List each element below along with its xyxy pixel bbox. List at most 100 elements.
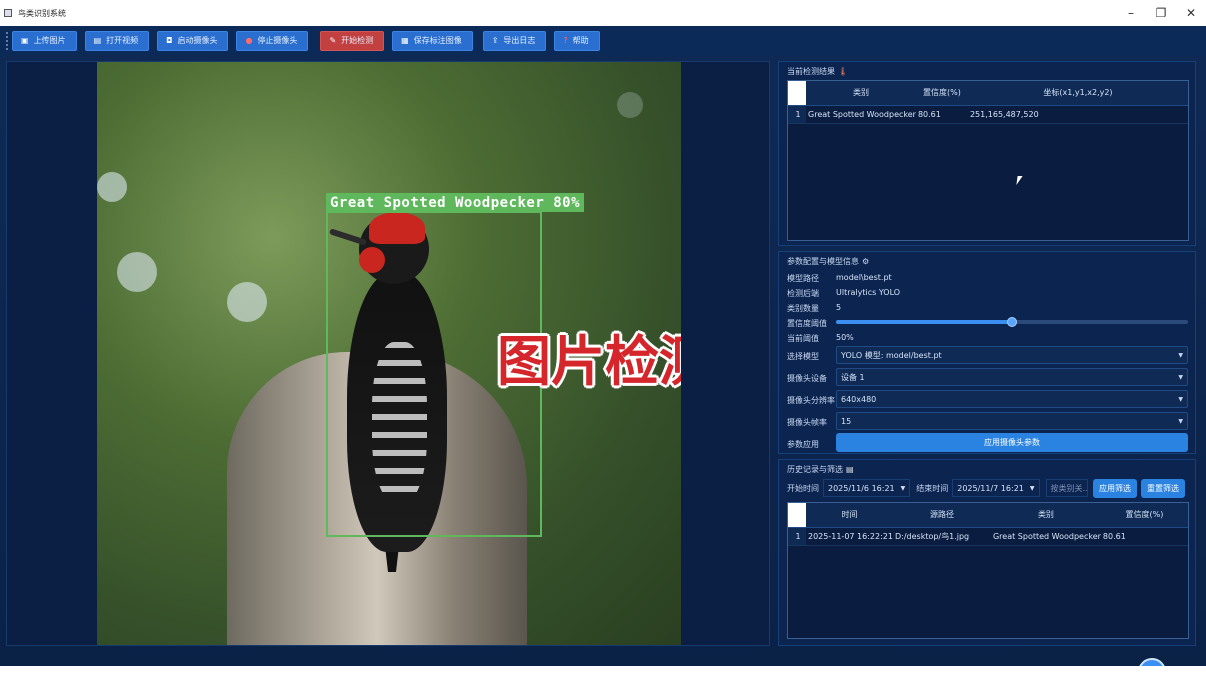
results-heading-text: 当前检测结果: [787, 67, 835, 76]
backend-value: Ultralytics YOLO: [836, 288, 901, 297]
chevron-down-icon: ▼: [1178, 396, 1183, 403]
column-header[interactable]: 类别: [990, 503, 1101, 528]
params-section: 参数配置与模型信息 ⚙ 模型路径 model\best.pt 检测后端 Ultra…: [778, 251, 1196, 454]
window-title: 鸟类识别系统: [18, 8, 66, 18]
open-video-button[interactable]: ▤ 打开视频: [84, 30, 150, 51]
button-label: 帮助: [572, 36, 589, 45]
cell-confidence: 80.61: [915, 105, 968, 124]
cell-path: D:/desktop/鸟1.jpg: [892, 527, 991, 546]
table-row[interactable]: 1 2025-11-07 16:22:21 D:/desktop/鸟1.jpg …: [788, 527, 1188, 546]
table-header-row: 时间 源路径 类别 置信度(%): [788, 503, 1188, 528]
chevron-down-icon: ▼: [1178, 352, 1183, 359]
history-section: 历史记录与筛选 ▤ 开始时间 2025/11/6 16:21 ▼ 结束时间 2025…: [778, 459, 1196, 646]
params-heading: 参数配置与模型信息 ⚙: [787, 256, 869, 267]
image-viewer: Great Spotted Woodpecker 80% 图片检测: [6, 61, 770, 646]
column-header[interactable]: 置信度(%): [1100, 503, 1188, 528]
status-bar: [0, 654, 1206, 666]
toolbar-grip[interactable]: [6, 31, 8, 50]
start-detect-button[interactable]: ✎ 开始检测: [320, 30, 385, 51]
reset-filter-button[interactable]: 重置筛选: [1141, 478, 1185, 498]
model-path-value: model\best.pt: [836, 273, 892, 282]
clipboard-icon: ▤: [846, 465, 854, 474]
start-time-value: 2025/11/6 16:21: [828, 483, 895, 493]
camera-resolution-label: 摄像头分辨率: [787, 396, 835, 405]
apply-filter-button[interactable]: 应用筛选: [1093, 478, 1137, 498]
column-header[interactable]: 坐标(x1,y1,x2,y2): [967, 81, 1188, 106]
apply-camera-params-button[interactable]: 应用摄像头参数: [836, 433, 1188, 452]
help-icon: ?: [563, 36, 568, 45]
chevron-down-icon: ▼: [1178, 418, 1183, 425]
stop-camera-button[interactable]: ● 停止摄像头: [236, 30, 309, 51]
camera-device-select[interactable]: 设备 1 ▼: [836, 368, 1188, 386]
cell-class: Great Spotted Woodpecker: [990, 527, 1101, 546]
button-label: 打开视频: [106, 36, 139, 45]
results-table[interactable]: 类别 置信度(%) 坐标(x1,y1,x2,y2) 1 Great Spotte…: [787, 80, 1189, 241]
class-count-label: 类别数量: [787, 304, 819, 313]
app-main: ▣ 上传图片 ▤ 打开视频 ◘ 启动摄像头 ● 停止摄像头 ✎ 开始检测 ▦ 保存标注图像 …: [0, 26, 1206, 678]
export-icon: ⇪: [491, 36, 499, 45]
video-icon: ▤: [93, 36, 102, 45]
detection-image: Great Spotted Woodpecker 80% 图片检测: [97, 62, 681, 645]
model-path-label: 模型路径: [787, 274, 819, 283]
button-label: 导出日志: [503, 36, 536, 45]
window-bottom-edge: [0, 666, 1206, 678]
row-number: 1: [788, 105, 806, 124]
history-heading: 历史记录与筛选 ▤: [787, 464, 854, 475]
camera-resolution-select[interactable]: 640x480 ▼: [836, 390, 1188, 408]
model-select-label: 选择模型: [787, 352, 819, 361]
upload-image-button[interactable]: ▣ 上传图片: [12, 30, 77, 51]
end-time-value: 2025/11/7 16:21: [957, 483, 1024, 493]
conf-threshold-label: 置信度阈值: [787, 319, 827, 328]
start-camera-button[interactable]: ◘ 启动摄像头: [157, 30, 229, 51]
app-icon: [4, 9, 12, 17]
table-corner[interactable]: [788, 503, 806, 528]
title-bar: 鸟类识别系统 – ❐ ✕: [0, 0, 1206, 26]
keyword-filter-input[interactable]: 按类别关...: [1045, 479, 1088, 497]
camera-resolution-value: 640x480: [841, 394, 877, 404]
camera-device-label: 摄像头设备: [787, 374, 827, 383]
backend-label: 检测后端: [787, 289, 819, 298]
button-label: 上传图片: [33, 36, 66, 45]
help-button[interactable]: ? 帮助: [554, 30, 600, 51]
export-log-button[interactable]: ⇪ 导出日志: [482, 30, 547, 51]
camera-fps-label: 摄像头帧率: [787, 418, 827, 427]
column-header[interactable]: 置信度(%): [915, 81, 968, 106]
chevron-down-icon: ▼: [1178, 374, 1183, 381]
start-time-input[interactable]: 2025/11/6 16:21 ▼: [823, 479, 911, 497]
thermometer-icon: 🌡: [838, 67, 849, 76]
column-header[interactable]: 时间: [806, 503, 893, 528]
image-icon: ▣: [21, 36, 29, 45]
button-label: 保存标注图像: [413, 36, 462, 45]
camera-fps-value: 15: [841, 416, 852, 426]
end-time-input[interactable]: 2025/11/7 16:21 ▼: [952, 479, 1040, 497]
history-table[interactable]: 时间 源路径 类别 置信度(%) 1 2025-11-07 16:22:21 D…: [787, 502, 1189, 639]
pencil-icon: ✎: [329, 36, 337, 45]
button-label: 开始检测: [341, 36, 374, 45]
camera-icon: ◘: [166, 36, 173, 45]
results-heading: 当前检测结果 🌡: [787, 66, 848, 77]
restore-button[interactable]: ❐: [1146, 0, 1176, 26]
params-heading-text: 参数配置与模型信息: [787, 257, 859, 266]
toolbar: ▣ 上传图片 ▤ 打开视频 ◘ 启动摄像头 ● 停止摄像头 ✎ 开始检测 ▦ 保存标注图像 …: [0, 26, 1206, 55]
results-section: 当前检测结果 🌡 类别 置信度(%) 坐标(x1,y1,x2,y2) 1 Grea…: [778, 61, 1196, 246]
apply-label: 参数应用: [787, 440, 819, 449]
slider-handle[interactable]: [1007, 317, 1017, 327]
table-row[interactable]: 1 Great Spotted Woodpecker 80.61 251,165…: [788, 105, 1188, 124]
conf-threshold-slider[interactable]: [836, 317, 1188, 327]
cell-time: 2025-11-07 16:22:21: [806, 527, 893, 546]
camera-fps-select[interactable]: 15 ▼: [836, 412, 1188, 430]
minimize-button[interactable]: –: [1116, 0, 1146, 26]
filter-row: 开始时间 2025/11/6 16:21 ▼ 结束时间 2025/11/7 16:…: [787, 478, 1189, 498]
close-button[interactable]: ✕: [1176, 0, 1206, 26]
end-time-label: 结束时间: [916, 483, 949, 493]
column-header[interactable]: 源路径: [892, 503, 991, 528]
current-threshold-label: 当前阈值: [787, 334, 819, 343]
save-annotated-button[interactable]: ▦ 保存标注图像: [392, 30, 473, 51]
column-header[interactable]: 类别: [806, 81, 916, 106]
button-label: 启动摄像头: [177, 36, 218, 45]
cell-confidence: 80.61: [1100, 527, 1188, 546]
table-corner[interactable]: [788, 81, 806, 106]
table-header-row: 类别 置信度(%) 坐标(x1,y1,x2,y2): [788, 81, 1188, 106]
model-select[interactable]: YOLO 模型: model/best.pt ▼: [836, 346, 1188, 364]
window-controls: – ❐ ✕: [1116, 0, 1206, 26]
